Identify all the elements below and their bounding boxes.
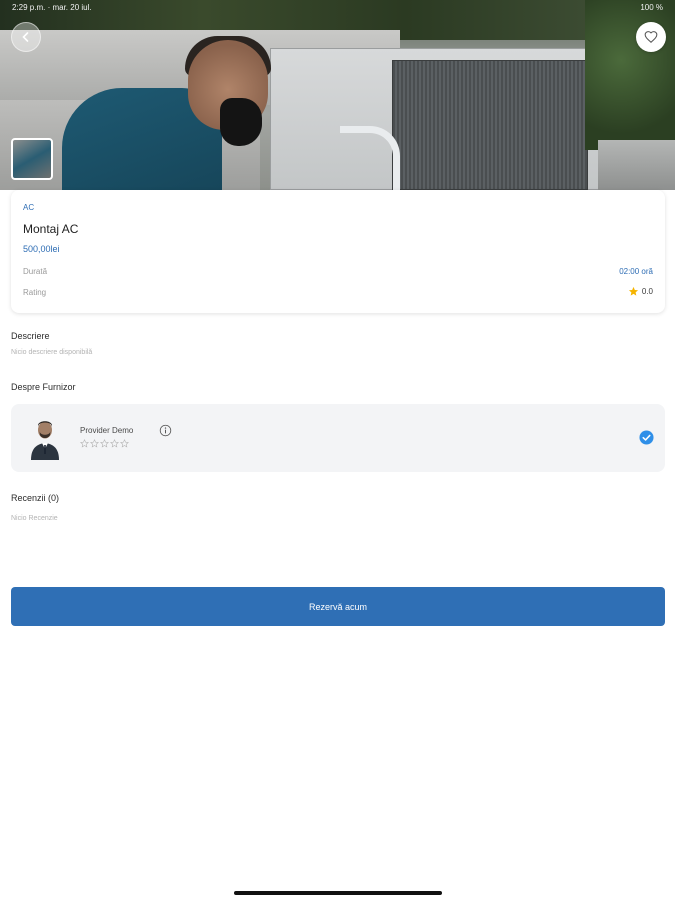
service-hero-image xyxy=(0,0,675,190)
service-title: Montaj AC xyxy=(23,222,79,236)
service-price: 500,00lei xyxy=(23,244,60,254)
chevron-left-icon xyxy=(22,32,29,42)
provider-card[interactable]: Provider Demo xyxy=(11,404,665,472)
heart-icon xyxy=(644,31,658,43)
provider-rating-stars xyxy=(80,439,129,448)
duration-value: 02:00 oră xyxy=(619,267,653,276)
status-bar: 2:29 p.m. · mar. 20 iul. 100 % xyxy=(0,0,675,16)
status-battery: 100 % xyxy=(640,3,663,12)
check-circle-icon xyxy=(639,430,654,445)
service-category: AC xyxy=(23,203,35,212)
rating-label: Rating xyxy=(23,288,47,297)
description-text: Nicio descriere disponibilă xyxy=(11,349,93,356)
status-time: 2:29 p.m. · mar. 20 iul. xyxy=(12,3,92,12)
rating-number: 0.0 xyxy=(641,287,653,296)
rating-value: 0.0 xyxy=(628,286,653,297)
book-now-button[interactable]: Rezervă acum xyxy=(11,587,665,626)
provider-section-title: Despre Furnizor xyxy=(11,382,76,392)
reviews-title: Recenzii (0) xyxy=(11,493,60,503)
info-icon[interactable] xyxy=(159,424,172,437)
provider-name: Provider Demo xyxy=(80,426,134,435)
star-icon xyxy=(100,439,109,448)
star-icon xyxy=(628,286,638,296)
home-indicator[interactable] xyxy=(234,891,442,895)
duration-label: Durată xyxy=(23,267,48,276)
service-info-card: AC Montaj AC 500,00lei Durată 02:00 oră … xyxy=(11,190,665,313)
star-icon xyxy=(110,439,119,448)
favorite-button[interactable] xyxy=(636,22,666,52)
star-icon xyxy=(120,439,129,448)
star-icon xyxy=(80,439,89,448)
gallery-thumbnail[interactable] xyxy=(11,138,53,180)
star-icon xyxy=(90,439,99,448)
reviews-empty-text: Nicio Recenzie xyxy=(11,515,58,522)
avatar xyxy=(28,418,62,460)
back-button[interactable] xyxy=(11,22,41,52)
description-title: Descriere xyxy=(11,331,50,341)
